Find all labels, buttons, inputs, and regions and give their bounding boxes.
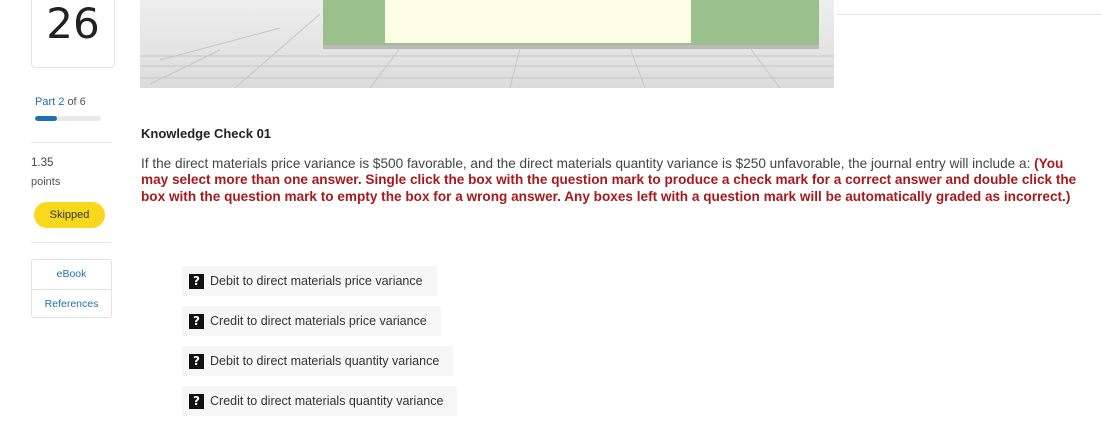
part-total: of 6 <box>67 96 86 108</box>
part-current: 2 <box>58 96 65 108</box>
answer-option-label: Credit to direct materials price varianc… <box>210 314 427 328</box>
answer-option[interactable]: ? Credit to direct materials quantity va… <box>182 386 458 416</box>
references-link[interactable]: References <box>32 289 111 318</box>
part-indicator: Part 2 of 6 <box>35 96 86 108</box>
rail-divider <box>31 142 111 143</box>
question-prompt: If the direct materials price variance i… <box>141 156 1035 171</box>
part-word: Part <box>35 96 56 108</box>
question-mark-box-icon[interactable]: ? <box>189 313 204 329</box>
question-number-card: 26 <box>31 0 115 68</box>
answer-option-label: Debit to direct materials quantity varia… <box>210 354 440 368</box>
section-title: Knowledge Check 01 <box>141 126 272 141</box>
top-divider <box>836 14 1102 15</box>
answer-option[interactable]: ? Credit to direct materials price varia… <box>182 306 441 336</box>
resources-panel: eBook References <box>31 259 112 318</box>
answer-option-label: Credit to direct materials quantity vari… <box>210 394 444 408</box>
answer-option-label: Debit to direct materials price variance <box>210 274 423 288</box>
question-text: If the direct materials price variance i… <box>141 156 1087 205</box>
rail-divider <box>31 242 111 243</box>
part-progress-bar <box>35 116 101 121</box>
status-badge: Skipped <box>34 202 105 228</box>
answer-option[interactable]: ? Debit to direct materials quantity var… <box>182 346 454 376</box>
question-scene-image <box>140 0 834 88</box>
question-number: 26 <box>46 0 100 48</box>
ebook-link[interactable]: eBook <box>32 260 111 289</box>
question-mark-box-icon[interactable]: ? <box>189 273 204 289</box>
question-mark-box-icon[interactable]: ? <box>189 393 204 409</box>
points-label: points <box>31 176 61 188</box>
points-value: 1.35 <box>31 157 54 169</box>
question-mark-box-icon[interactable]: ? <box>189 353 204 369</box>
part-progress-fill <box>35 116 57 121</box>
answer-option[interactable]: ? Debit to direct materials price varian… <box>182 266 437 296</box>
